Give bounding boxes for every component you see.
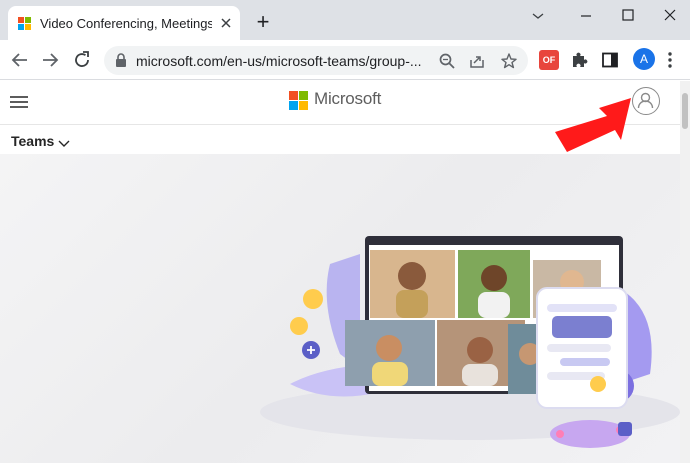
microsoft-logo[interactable]: Microsoft	[289, 89, 387, 111]
teams-menu-label[interactable]: Teams	[11, 133, 54, 149]
profile-avatar[interactable]: A	[633, 48, 655, 70]
brand-name: Microsoft	[314, 89, 382, 108]
star-icon[interactable]	[500, 52, 518, 70]
reload-icon[interactable]	[70, 48, 94, 72]
chevron-down-icon[interactable]	[58, 135, 70, 147]
minimize-window-icon[interactable]	[572, 6, 600, 26]
lock-icon[interactable]	[114, 53, 128, 68]
kebab-menu-icon[interactable]	[668, 51, 672, 69]
account-icon[interactable]	[632, 87, 660, 115]
extension-button[interactable]: OF	[539, 50, 559, 70]
zoom-icon[interactable]	[438, 52, 456, 70]
close-window-icon[interactable]	[656, 6, 684, 26]
minimize-icon[interactable]	[524, 6, 552, 26]
arrow-left-icon[interactable]	[8, 48, 32, 72]
address-bar[interactable]: microsoft.com/en-us/microsoft-teams/grou…	[104, 46, 528, 75]
arrow-right-icon[interactable]	[38, 48, 62, 72]
maximize-icon[interactable]	[614, 6, 642, 26]
teams-hero-illustration	[260, 236, 680, 448]
red-arrow-icon	[553, 96, 633, 154]
puzzle-icon[interactable]	[569, 50, 589, 70]
close-icon[interactable]	[218, 15, 234, 31]
side-panel-icon[interactable]	[600, 50, 620, 70]
hero-section	[0, 154, 680, 463]
hamburger-icon[interactable]	[10, 95, 28, 108]
page-scrollbar[interactable]	[680, 81, 690, 463]
microsoft-logo-icon	[18, 17, 32, 31]
url-text[interactable]: microsoft.com/en-us/microsoft-teams/grou…	[136, 53, 436, 69]
share-icon[interactable]	[468, 52, 486, 70]
tab-title: Video Conferencing, Meetings, C	[40, 16, 212, 31]
scrollbar-thumb[interactable]	[682, 93, 688, 129]
new-tab-button[interactable]: +	[253, 11, 273, 33]
browser-tab[interactable]: Video Conferencing, Meetings, C	[8, 6, 240, 40]
tab-strip: Video Conferencing, Meetings, C +	[0, 0, 690, 40]
browser-toolbar: microsoft.com/en-us/microsoft-teams/grou…	[0, 40, 690, 80]
